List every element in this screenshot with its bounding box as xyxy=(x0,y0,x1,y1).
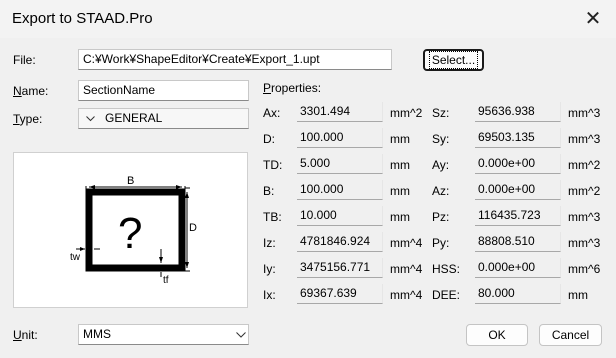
property-unit: mm^3 xyxy=(568,132,601,146)
expand-chevron-icon xyxy=(86,116,95,122)
property-label: B: xyxy=(263,184,275,198)
property-value: 116435.723 xyxy=(475,206,561,226)
select-button[interactable]: Select... xyxy=(423,49,484,71)
property-unit: mm^2 xyxy=(568,158,601,172)
property-label: Ax: xyxy=(263,106,281,120)
property-unit: mm^4 xyxy=(390,288,423,302)
property-label: Iz: xyxy=(263,236,276,250)
name-field[interactable]: SectionName xyxy=(78,80,249,101)
property-value: 69367.639 xyxy=(297,284,383,304)
property-value: 80.000 xyxy=(475,284,561,304)
property-value: 0.000e+00 xyxy=(475,180,561,200)
property-label: Py: xyxy=(432,236,450,250)
property-label: TD: xyxy=(263,158,283,172)
b-label: B xyxy=(127,175,134,187)
property-label: Az: xyxy=(432,184,450,198)
type-tree-item[interactable]: GENERAL xyxy=(78,108,249,129)
properties-header: Properties: xyxy=(263,81,322,95)
unit-label: Unit: xyxy=(13,328,38,342)
property-value: 4781846.924 xyxy=(297,232,383,252)
property-value: 3301.494 xyxy=(297,102,383,122)
property-value: 0.000e+00 xyxy=(475,154,561,174)
property-unit: mm xyxy=(390,210,410,224)
d-label: D xyxy=(189,222,197,234)
property-unit: mm^3 xyxy=(568,106,601,120)
question-mark: ? xyxy=(118,209,142,258)
property-unit: mm xyxy=(568,288,588,302)
property-unit: mm xyxy=(390,184,410,198)
section-preview: B D ? tw tf xyxy=(13,152,248,308)
property-label: TB: xyxy=(263,210,282,224)
tw-label: tw xyxy=(70,252,81,263)
property-label: Sy: xyxy=(432,132,450,146)
close-icon[interactable]: ✕ xyxy=(578,6,608,32)
window-title: Export to STAAD.Pro xyxy=(12,10,153,27)
property-label: Pz: xyxy=(432,210,450,224)
property-unit: mm^3 xyxy=(568,210,601,224)
property-value: 3475156.771 xyxy=(297,258,383,278)
property-label: Iy: xyxy=(263,262,276,276)
property-label: HSS: xyxy=(432,262,461,276)
chevron-down-icon xyxy=(236,332,246,338)
unit-value: MMS xyxy=(83,327,111,341)
unit-select[interactable]: MMS xyxy=(78,324,249,345)
property-value: 100.000 xyxy=(297,128,383,148)
property-unit: mm^3 xyxy=(568,236,601,250)
property-label: D: xyxy=(263,132,275,146)
property-label: Ix: xyxy=(263,288,276,302)
name-label: Name: xyxy=(13,84,49,98)
property-unit: mm^2 xyxy=(568,184,601,198)
property-value: 5.000 xyxy=(297,154,383,174)
ok-button[interactable]: OK xyxy=(466,324,528,346)
property-label: Ay: xyxy=(432,158,450,172)
property-unit: mm^2 xyxy=(390,106,423,120)
property-value: 0.000e+00 xyxy=(475,258,561,278)
property-value: 88808.510 xyxy=(475,232,561,252)
property-unit: mm xyxy=(390,132,410,146)
property-label: Sz: xyxy=(432,106,450,120)
type-value: GENERAL xyxy=(105,111,163,125)
property-unit: mm^6 xyxy=(568,262,601,276)
property-unit: mm xyxy=(390,158,410,172)
property-label: DEE: xyxy=(432,288,461,302)
property-unit: mm^4 xyxy=(390,262,423,276)
property-value: 10.000 xyxy=(297,206,383,226)
cancel-button[interactable]: Cancel xyxy=(539,324,602,346)
property-value: 69503.135 xyxy=(475,128,561,148)
file-label: File: xyxy=(13,53,36,67)
title-bar: Export to STAAD.Pro ✕ xyxy=(0,0,616,38)
type-label: Type: xyxy=(13,112,43,126)
tf-label: tf xyxy=(163,275,169,286)
section-diagram: B D ? tw tf xyxy=(70,175,197,286)
file-path-field[interactable]: C:¥Work¥ShapeEditor¥Create¥Export_1.upt xyxy=(78,49,392,70)
property-unit: mm^4 xyxy=(390,236,423,250)
select-button-label: Select... xyxy=(428,51,479,69)
property-value: 100.000 xyxy=(297,180,383,200)
property-value: 95636.938 xyxy=(475,102,561,122)
